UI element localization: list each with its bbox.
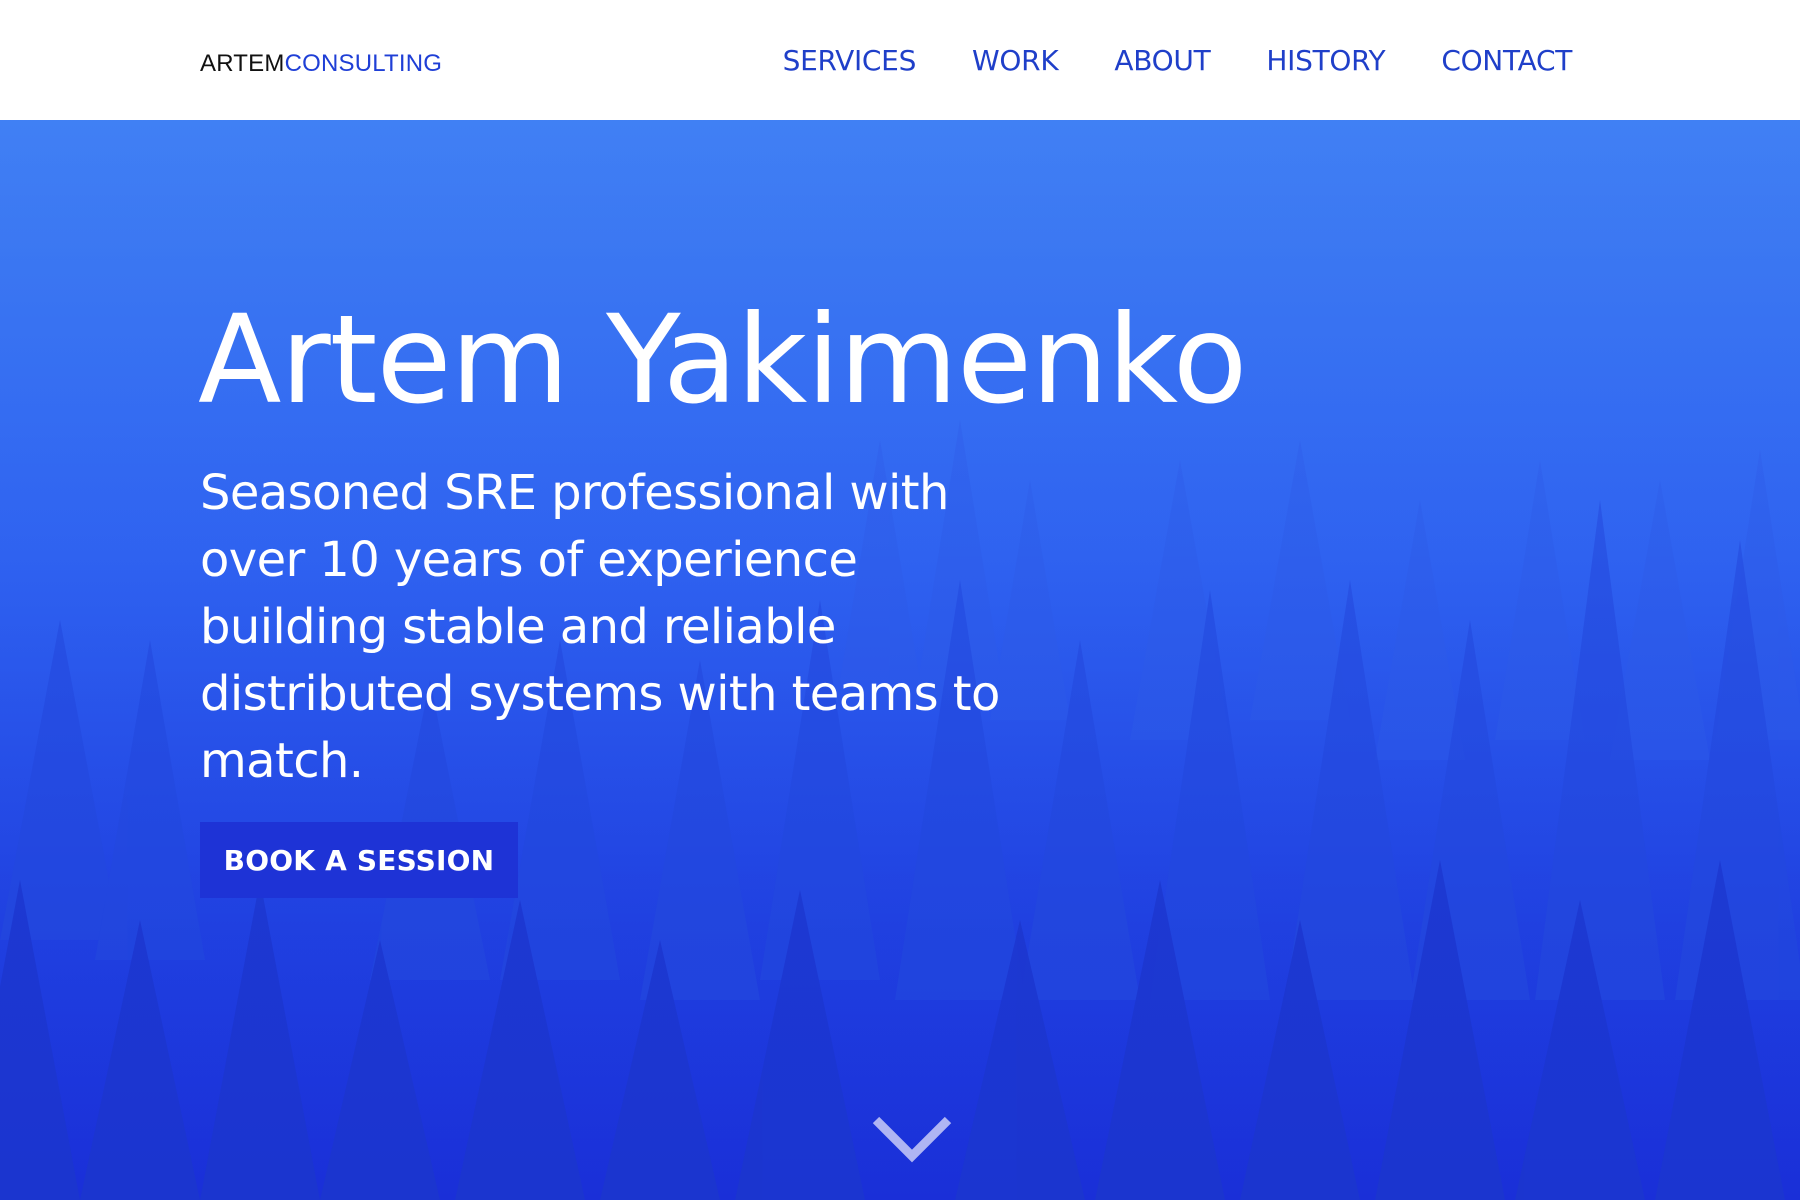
book-session-button[interactable]: BOOK A SESSION — [200, 822, 518, 898]
main-nav: SERVICES WORK ABOUT HISTORY CONTACT — [783, 40, 1573, 80]
nav-link-about[interactable]: ABOUT — [1114, 44, 1210, 77]
logo-text-primary: ARTEM — [200, 50, 285, 77]
nav-link-history[interactable]: HISTORY — [1266, 44, 1385, 77]
hero-section: Artem Yakimenko Seasoned SRE professiona… — [0, 120, 1800, 1200]
nav-link-services[interactable]: SERVICES — [783, 44, 917, 77]
nav-link-contact[interactable]: CONTACT — [1441, 44, 1572, 77]
hero-subtitle: Seasoned SRE professional with over 10 y… — [200, 465, 1000, 789]
chevron-down-icon[interactable] — [870, 1112, 954, 1166]
hero-title: Artem Yakimenko — [198, 289, 1247, 431]
site-logo[interactable]: ARTEMCONSULTING — [200, 50, 442, 78]
logo-text-secondary: CONSULTING — [284, 50, 443, 77]
nav-link-work[interactable]: WORK — [972, 44, 1059, 77]
site-header: ARTEMCONSULTING SERVICES WORK ABOUT HIST… — [0, 0, 1800, 120]
